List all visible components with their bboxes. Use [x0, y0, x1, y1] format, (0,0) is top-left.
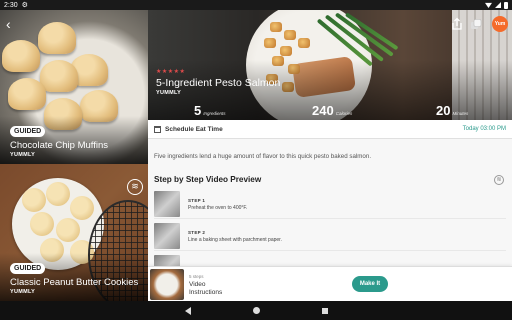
recipe-card-info: GUIDED Classic Peanut Butter Cookies YUM…: [10, 257, 138, 295]
recipe-card-cookies[interactable]: ≋ GUIDED Classic Peanut Butter Cookies Y…: [0, 164, 148, 301]
calendar-icon: [154, 125, 161, 133]
recipe-title: Chocolate Chip Muffins: [10, 140, 109, 151]
step-thumbnail: [154, 191, 180, 217]
recipe-thumbnail: [150, 269, 184, 300]
stat-ingredients: 5 Ingredients: [194, 103, 226, 118]
app-screen: 2:30 ⚙ ‹ GUIDED Chocolate Chip Muffins Y…: [0, 0, 512, 320]
broadcast-icon[interactable]: ≋: [494, 175, 504, 185]
share-icon[interactable]: [450, 17, 464, 31]
recipe-detail-title: 5-Ingredient Pesto Salmon: [156, 77, 281, 89]
settings-gear-icon: ⚙: [21, 2, 28, 9]
back-arrow-icon[interactable]: ‹: [6, 17, 11, 31]
video-instructions-label: Video Instructions: [189, 281, 223, 296]
recipe-source: YUMMLY: [10, 289, 36, 295]
step-text: Line a baking sheet with parchment paper…: [188, 236, 282, 243]
recipe-list: ‹ GUIDED Chocolate Chip Muffins YUMMLY ≋…: [0, 10, 148, 301]
guided-badge: GUIDED: [10, 263, 46, 274]
step-item[interactable]: STEP 2 Line a baking sheet with parchmen…: [154, 222, 506, 251]
video-instructions-bar: 5 steps Video Instructions Make It: [148, 266, 512, 301]
schedule-time[interactable]: Today 03:00 PM: [463, 126, 506, 132]
recipe-detail: ★★★★★ 5-Ingredient Pesto Salmon YUMMLY 5…: [148, 10, 512, 301]
stat-calories: 240 Calories: [312, 103, 353, 118]
broadcast-icon[interactable]: ≋: [127, 179, 143, 195]
recipe-card-info: GUIDED Chocolate Chip Muffins YUMMLY: [10, 120, 108, 158]
nav-home-icon[interactable]: [252, 307, 260, 314]
nav-back-icon[interactable]: [184, 306, 191, 315]
recipe-description: Five ingredients lend a huge amount of f…: [154, 153, 372, 160]
signal-icon: [495, 2, 501, 8]
recipe-card-muffins[interactable]: ‹ GUIDED Chocolate Chip Muffins YUMMLY: [0, 10, 148, 164]
schedule-label: Schedule Eat Time: [165, 125, 223, 133]
step-thumbnail: [154, 223, 180, 249]
stat-minutes: 20 Minutes: [436, 103, 469, 118]
yum-button[interactable]: Yum: [492, 16, 508, 32]
collections-icon[interactable]: [470, 18, 483, 31]
step-label: STEP 2: [188, 229, 206, 235]
status-time: 2:30: [4, 1, 18, 9]
make-it-button[interactable]: Make It: [352, 276, 388, 292]
schedule-row[interactable]: Schedule Eat Time Today 03:00 PM: [148, 120, 512, 139]
recipe-detail-source: YUMMLY: [156, 90, 182, 96]
battery-icon: [504, 1, 508, 9]
wifi-icon: [485, 2, 492, 8]
recipe-title: Classic Peanut Butter Cookies: [10, 277, 139, 288]
status-bar: 2:30 ⚙: [0, 0, 512, 10]
step-text: Preheat the oven to 400°F.: [188, 204, 248, 211]
guided-badge: GUIDED: [10, 126, 46, 137]
rating-stars: ★★★★★: [156, 69, 186, 75]
video-section-title: Step by Step Video Preview: [154, 175, 262, 184]
recipe-source: YUMMLY: [10, 152, 36, 158]
step-item[interactable]: STEP 1 Preheat the oven to 400°F.: [154, 190, 506, 219]
step-label: STEP 1: [188, 197, 206, 203]
steps-count: 5 steps: [189, 274, 204, 279]
system-nav-bar: [0, 301, 512, 320]
hero-image: ★★★★★ 5-Ingredient Pesto Salmon YUMMLY 5…: [148, 10, 512, 120]
nav-recents-icon[interactable]: [321, 307, 328, 314]
